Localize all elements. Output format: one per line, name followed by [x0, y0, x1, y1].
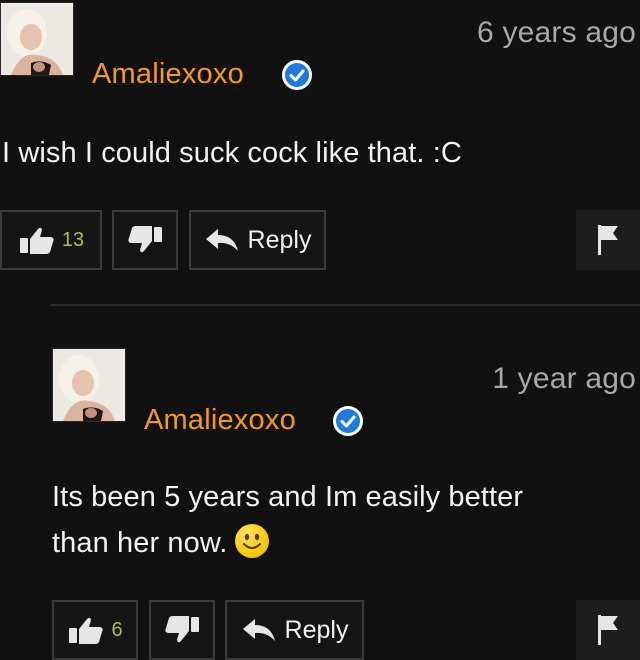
- flag-button[interactable]: [576, 600, 640, 660]
- verified-badge: [333, 406, 363, 436]
- flag-icon: [598, 615, 618, 645]
- comment-timestamp: 1 year ago: [492, 362, 636, 395]
- comment-text: Its been 5 years and Im easily better th…: [52, 474, 632, 566]
- smiley-face: [243, 534, 262, 550]
- user-avatar[interactable]: [52, 348, 126, 422]
- avatar-image: [53, 349, 125, 421]
- like-count: 6: [111, 618, 123, 641]
- comment-text-line-2: than her now.: [52, 520, 632, 566]
- reply-button[interactable]: Reply: [225, 600, 364, 660]
- reply-arrow-icon: [242, 619, 275, 641]
- comment-2: Amaliexoxo 1 year ago Its been 5 years a…: [0, 0, 640, 660]
- dislike-button[interactable]: [149, 600, 215, 660]
- like-button[interactable]: 6: [52, 600, 138, 660]
- smiley-emoji-icon: [235, 524, 270, 559]
- thumbs-up-icon: [69, 617, 104, 644]
- verified-check-icon: [340, 415, 356, 428]
- username[interactable]: Amaliexoxo: [144, 404, 296, 437]
- reply-label: Reply: [284, 615, 349, 644]
- comment-text-line-1: Its been 5 years and Im easily better: [52, 481, 524, 513]
- thumbs-down-icon: [165, 616, 199, 643]
- comment-text-line-2-text: than her now.: [52, 527, 228, 559]
